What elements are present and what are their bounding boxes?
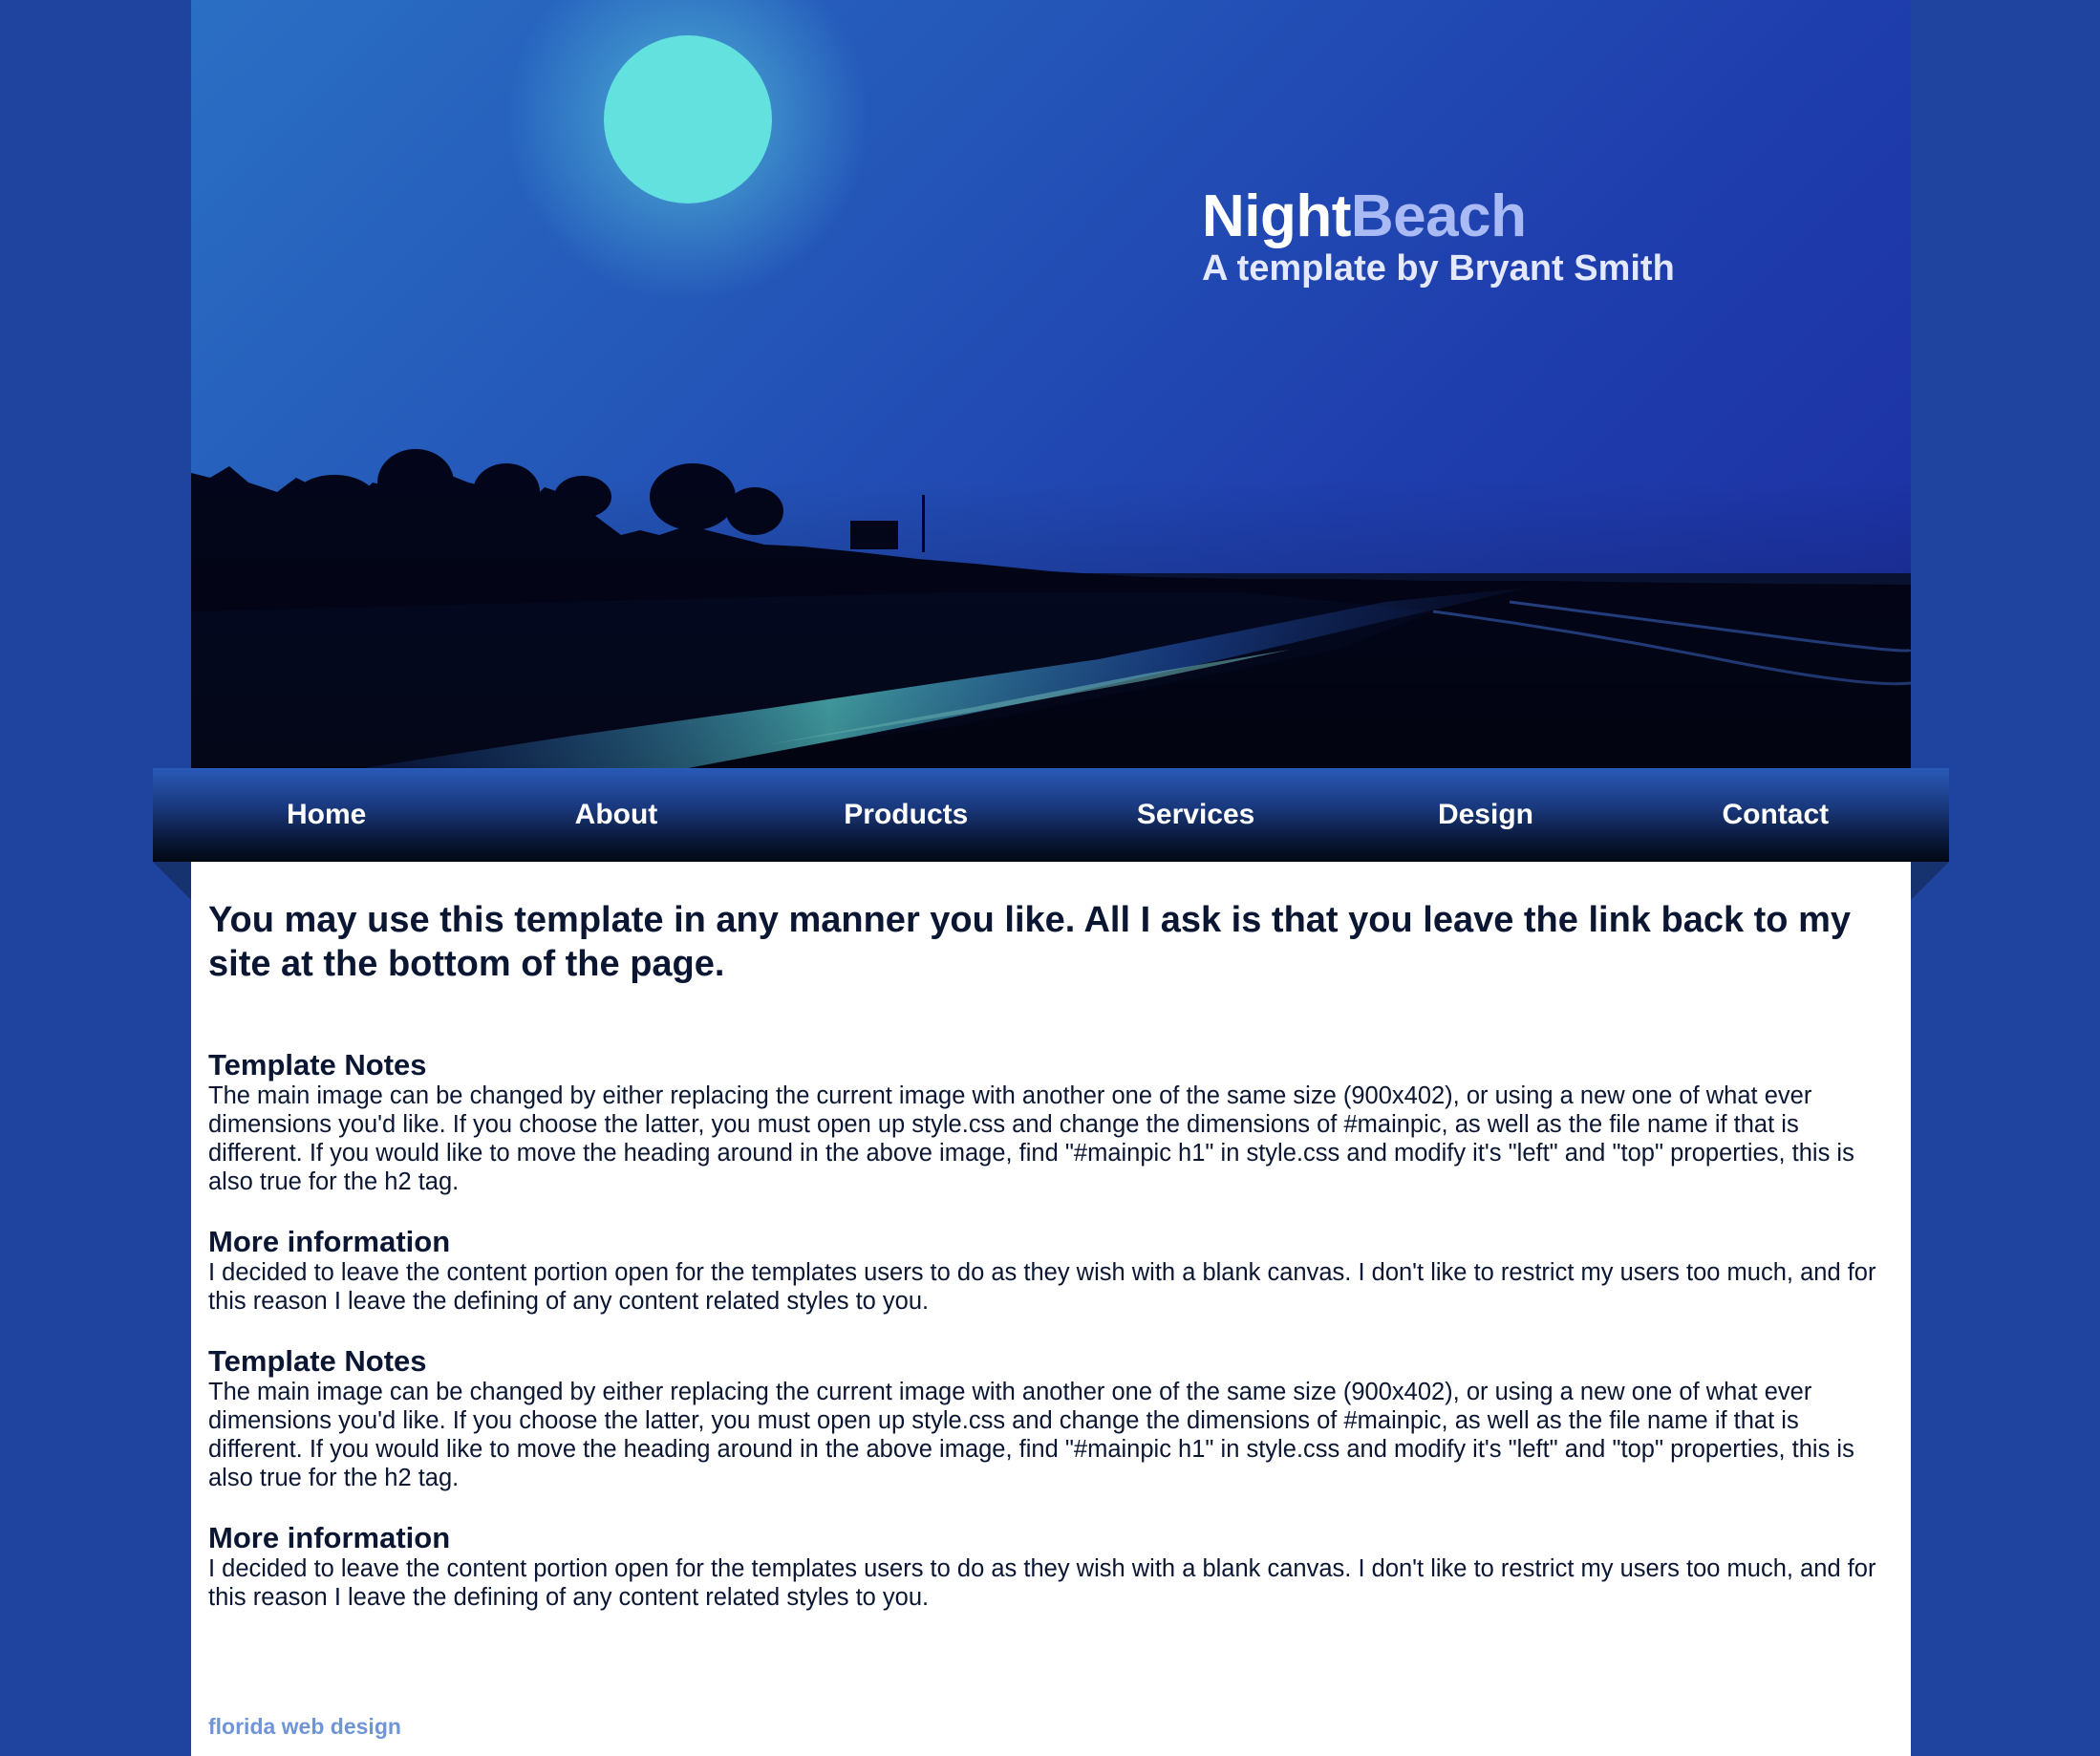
section-body: I decided to leave the content portion o… (208, 1555, 1876, 1611)
section-body: The main image can be changed by either … (208, 1379, 1854, 1491)
section-heading: Template Notes (208, 1344, 427, 1378)
page: NightBeach A template by Bryant Smith Ho… (0, 0, 2100, 1756)
nav-products[interactable]: Products (762, 799, 1049, 831)
footer-link[interactable]: florida web design (208, 1714, 401, 1740)
nav-design[interactable]: Design (1342, 799, 1629, 831)
intro-heading: You may use this template in any manner … (208, 900, 1851, 984)
night-beach-scene (191, 0, 1911, 768)
section-body: The main image can be changed by either … (208, 1082, 1854, 1195)
site-subtitle: A template by Bryant Smith (1202, 248, 1675, 289)
site-title-part1: Night (1202, 183, 1351, 249)
nav-fold-left (153, 862, 191, 900)
header-image: NightBeach A template by Bryant Smith (191, 0, 1911, 768)
nav-home[interactable]: Home (183, 799, 470, 831)
section-heading: Template Notes (208, 1048, 427, 1081)
site-title-part2: Beach (1350, 183, 1527, 249)
nav-fold-right (1911, 862, 1949, 900)
nav-about[interactable]: About (473, 799, 760, 831)
section-heading: More information (208, 1225, 451, 1258)
section-body: I decided to leave the content portion o… (208, 1259, 1876, 1315)
moon (604, 35, 772, 203)
nav-services[interactable]: Services (1053, 799, 1339, 831)
main-navigation: Home About Products Services Design Cont… (153, 768, 1949, 862)
section-heading: More information (208, 1521, 451, 1554)
content-area: You may use this template in any manner … (191, 862, 1911, 1756)
nav-contact[interactable]: Contact (1632, 799, 1918, 831)
site-title: NightBeach (1202, 187, 1527, 246)
